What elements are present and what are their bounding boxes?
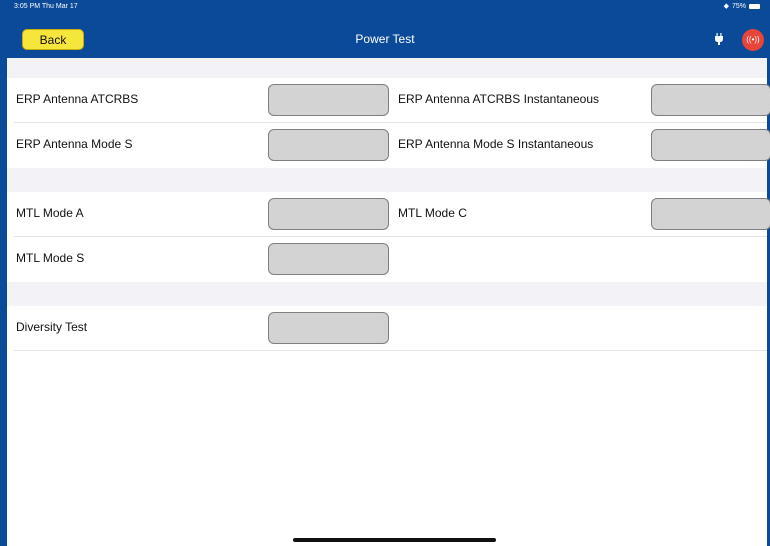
battery-percent: 75% (731, 2, 746, 10)
plug-icon (715, 33, 723, 45)
erp-atcrbs-field[interactable] (268, 84, 389, 116)
section-gap (7, 168, 767, 192)
erp-mode-s-instant-field[interactable] (651, 129, 770, 161)
mtl-mode-s-label: MTL Mode S (16, 251, 85, 265)
diversity-test-field[interactable] (268, 312, 389, 344)
nav-bar: 3:05 PM Thu Mar 17 ◆ 75% Back Power Test… (0, 0, 770, 58)
erp-mode-s-field[interactable] (268, 129, 389, 161)
erp-atcrbs-label: ERP Antenna ATCRBS (16, 92, 139, 106)
section-gap (7, 282, 767, 306)
mtl-mode-a-label: MTL Mode A (16, 206, 84, 220)
table-row: MTL Mode S (7, 237, 767, 282)
erp-mode-s-label: ERP Antenna Mode S (16, 137, 133, 151)
status-indicators: ◆ 75% (724, 2, 760, 10)
section-gap (7, 58, 767, 78)
battery-icon (749, 3, 760, 9)
mtl-mode-c-label: MTL Mode C (398, 206, 467, 220)
diversity-test-label: Diversity Test (16, 320, 88, 334)
mtl-mode-s-field[interactable] (268, 243, 389, 275)
mtl-mode-c-field[interactable] (651, 198, 770, 230)
table-row: ERP Antenna ATCRBS ERP Antenna ATCRBS In… (7, 78, 770, 123)
table-row: Diversity Test (7, 306, 767, 351)
mtl-mode-a-field[interactable] (268, 198, 389, 230)
erp-atcrbs-instant-label: ERP Antenna ATCRBS Instantaneous (398, 92, 600, 106)
erp-atcrbs-instant-field[interactable] (651, 84, 770, 116)
page-title: Power Test (355, 32, 415, 46)
home-indicator[interactable] (293, 538, 496, 542)
table-row: ERP Antenna Mode S ERP Antenna Mode S In… (7, 123, 770, 168)
erp-mode-s-instant-label: ERP Antenna Mode S Instantaneous (398, 137, 594, 151)
wifi-icon: ◆ (723, 3, 729, 10)
table-row: MTL Mode A MTL Mode C (7, 192, 770, 237)
status-time: 3:05 PM Thu Mar 17 (14, 3, 78, 10)
signal-icon[interactable]: ((•)) (742, 29, 764, 51)
